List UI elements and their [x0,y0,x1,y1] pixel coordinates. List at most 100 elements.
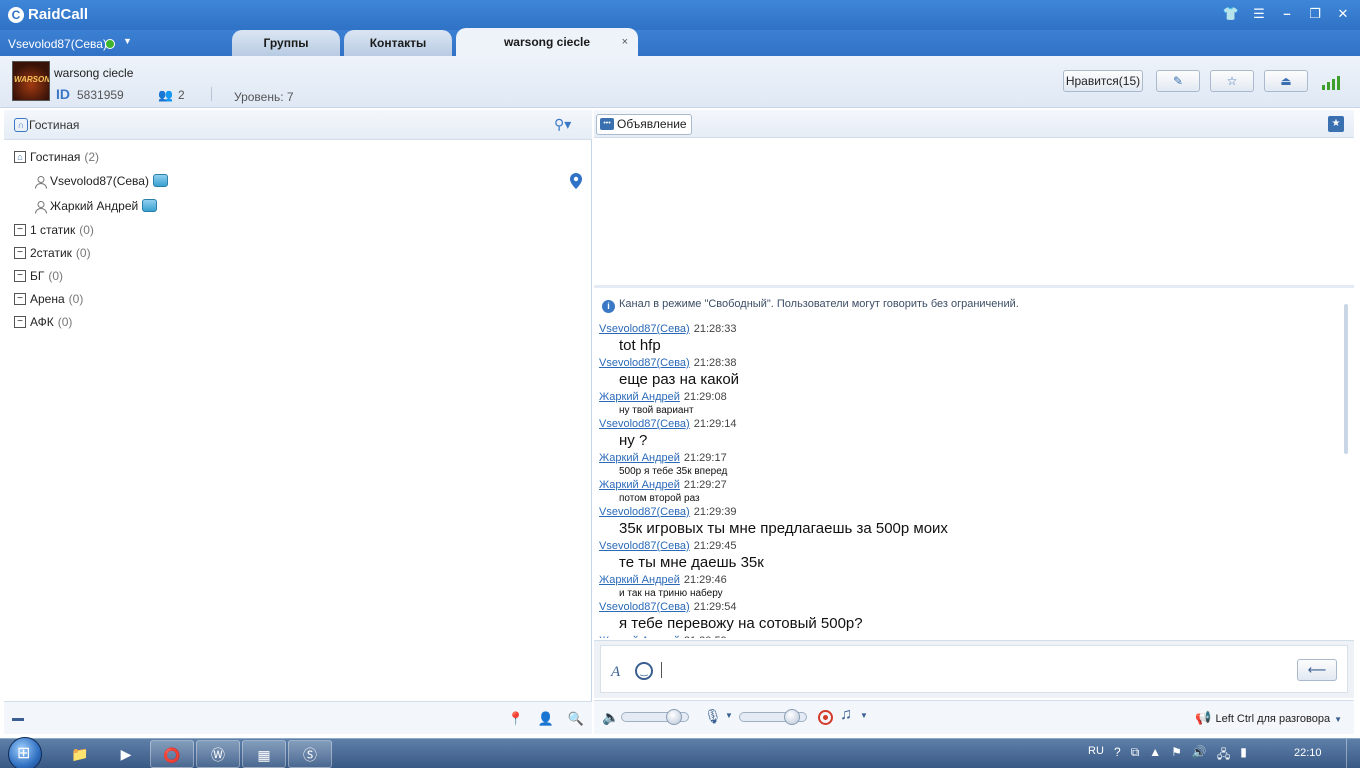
message-author[interactable]: Vsevolod87(Сева) [599,601,690,613]
restore-icon[interactable]: ❐ [1306,5,1324,23]
message-author[interactable]: Жаркий Андрей [599,452,680,464]
channel-settings-button[interactable]: ⏏ [1264,70,1308,92]
calendar-star-icon[interactable]: ★ [1328,116,1344,132]
tree-group-bg[interactable]: − БГ (0) [4,265,592,288]
close-icon[interactable]: × [622,28,628,56]
show-desktop-button[interactable] [1346,739,1360,768]
message-text: еще раз на какой [619,371,740,388]
message-author[interactable]: Жаркий Андрей [599,479,680,491]
close-icon[interactable]: ✕ [1334,5,1352,23]
message-time: 21:29:17 [683,452,727,464]
user-icon [35,201,47,214]
channel-id: 5831959 [77,88,124,102]
chat-scrollbar[interactable] [1344,304,1348,454]
window-icon[interactable]: ⧉ [1131,745,1140,766]
online-status-icon[interactable] [105,39,115,49]
explorer-icon[interactable]: 📁 [58,740,102,768]
tree-user[interactable]: Жаркий Андрей [4,194,592,219]
network-icon[interactable]: 🖧 [1217,745,1230,766]
like-button[interactable]: Нравится(15) [1063,70,1143,92]
channel-avatar[interactable]: WARSONG [12,61,50,101]
tree-group-lobby[interactable]: ⌂ Гостиная (2) [4,146,592,169]
mic-volume-slider[interactable] [739,709,807,725]
message-author[interactable]: Жаркий Андрей [599,635,680,638]
tree-group-static1[interactable]: − 1 статик (0) [4,219,592,242]
shirt-icon[interactable]: 👕 [1222,5,1240,23]
chevron-up-icon[interactable]: ▲ [1149,745,1161,766]
tree-group-afk[interactable]: − АФК (0) [4,311,592,334]
tree-group-static2[interactable]: − 2статик (0) [4,242,592,265]
tab-contacts[interactable]: Контакты [344,30,452,56]
channel-name: warsong ciecle [54,66,134,80]
emoji-icon[interactable]: ‿ [635,662,653,680]
tab-groups[interactable]: Группы [232,30,340,56]
skype-icon[interactable]: Ⓢ [288,740,332,768]
channel-header: WARSONG warsong ciecle ID 5831959 👥 2 Ур… [0,56,1360,108]
message-author[interactable]: Vsevolod87(Сева) [599,418,690,430]
user-edit-icon: ✎ [1172,74,1184,88]
help-icon[interactable]: ? [1114,745,1121,766]
home-icon[interactable]: ⌂ [14,151,26,163]
media-player-icon[interactable]: ▶ [104,740,148,768]
clock[interactable]: 22:10 [1294,747,1322,759]
location-pin-icon[interactable]: 📍 [507,711,523,727]
channel-tree: ⌂ Гостиная (2) Vsevolod87(Сева) Жаркий Ан… [4,146,592,334]
volume-icon[interactable]: 🔊 [1192,745,1207,766]
menu-icon[interactable]: ☰ [1250,5,1268,23]
message-input[interactable]: A ‿ ⟵ [600,645,1348,693]
chevron-down-icon[interactable]: ▼ [123,36,132,46]
message-author[interactable]: Vsevolod87(Сева) [599,540,690,552]
tree-group-arena[interactable]: − Арена (0) [4,288,592,311]
message-author[interactable]: Vsevolod87(Сева) [599,323,690,335]
slider-handle[interactable] [666,709,683,725]
search-icon[interactable]: 🔍 [568,711,584,727]
voice-toolbar: 🔈 🎙 ▼ ♫ ▼ 📢 Left Ctrl для разговора ▼ [594,700,1354,734]
user-icon[interactable]: 👤 [538,711,554,727]
collapse-icon[interactable]: − [14,316,26,328]
speaker-volume-slider[interactable] [621,709,689,725]
group-name: 2статик [30,246,72,260]
language-indicator[interactable]: RU [1088,745,1104,757]
font-icon[interactable]: A [611,664,620,681]
message-time: 21:30:59 [684,635,727,638]
opera-icon[interactable]: ⭕ [150,740,194,768]
start-button[interactable] [8,737,42,768]
battery-icon[interactable]: ▮ [1240,745,1247,766]
announcement-button[interactable]: ••• Объявление [596,114,692,135]
collapse-icon[interactable]: − [14,270,26,282]
favorite-button[interactable]: ☆ [1210,70,1254,92]
message-author[interactable]: Vsevolod87(Сева) [599,357,690,369]
collapse-icon[interactable]: − [14,293,26,305]
tree-user[interactable]: Vsevolod87(Сева) [4,169,592,194]
location-pin-icon[interactable] [570,173,582,189]
chevron-down-icon[interactable]: ▼ [860,711,868,720]
windows-taskbar: 📁 ▶ ⭕ Ⓦ ▦ Ⓢ RU ? ⧉ ▲ ⚑ 🔊 🖧 ▮ 22:10 [0,737,1360,768]
minimize-icon[interactable]: – [1278,5,1296,23]
current-room-title[interactable]: Гостиная [29,118,79,132]
record-icon[interactable] [818,710,833,725]
message-time: 21:29:45 [693,540,737,552]
push-to-talk-selector[interactable]: 📢 Left Ctrl для разговора ▼ [1195,710,1342,726]
microphone-icon[interactable]: 🎙 [704,708,722,725]
calculator-icon[interactable]: ▦ [242,740,286,768]
music-icon[interactable]: ♫ [840,706,852,724]
tree-group-label: 2статик (0) [30,242,91,265]
send-button[interactable]: ⟵ [1297,659,1337,681]
edit-profile-button[interactable]: ✎ [1156,70,1200,92]
tab-channel[interactable]: warsong ciecle × [456,28,638,56]
flag-icon[interactable]: ⚑ [1171,745,1182,766]
search-user-icon[interactable]: ⚲▾ [554,116,571,133]
wow-icon[interactable]: Ⓦ [196,740,240,768]
channel-mode-text: Канал в режиме "Свободный". Пользователи… [619,298,1019,310]
user-name[interactable]: Vsevolod87(Сева) [8,37,107,51]
message-author[interactable]: Vsevolod87(Сева) [599,506,690,518]
slider-handle[interactable] [784,709,801,725]
group-count: (0) [68,292,84,306]
collapse-all-icon[interactable] [12,718,24,721]
speaker-icon[interactable]: 🔈 [602,709,619,726]
message-author[interactable]: Жаркий Андрей [599,574,680,586]
collapse-icon[interactable]: − [14,224,26,236]
collapse-icon[interactable]: − [14,247,26,259]
chevron-down-icon[interactable]: ▼ [725,711,733,720]
message-author[interactable]: Жаркий Андрей [599,391,680,403]
